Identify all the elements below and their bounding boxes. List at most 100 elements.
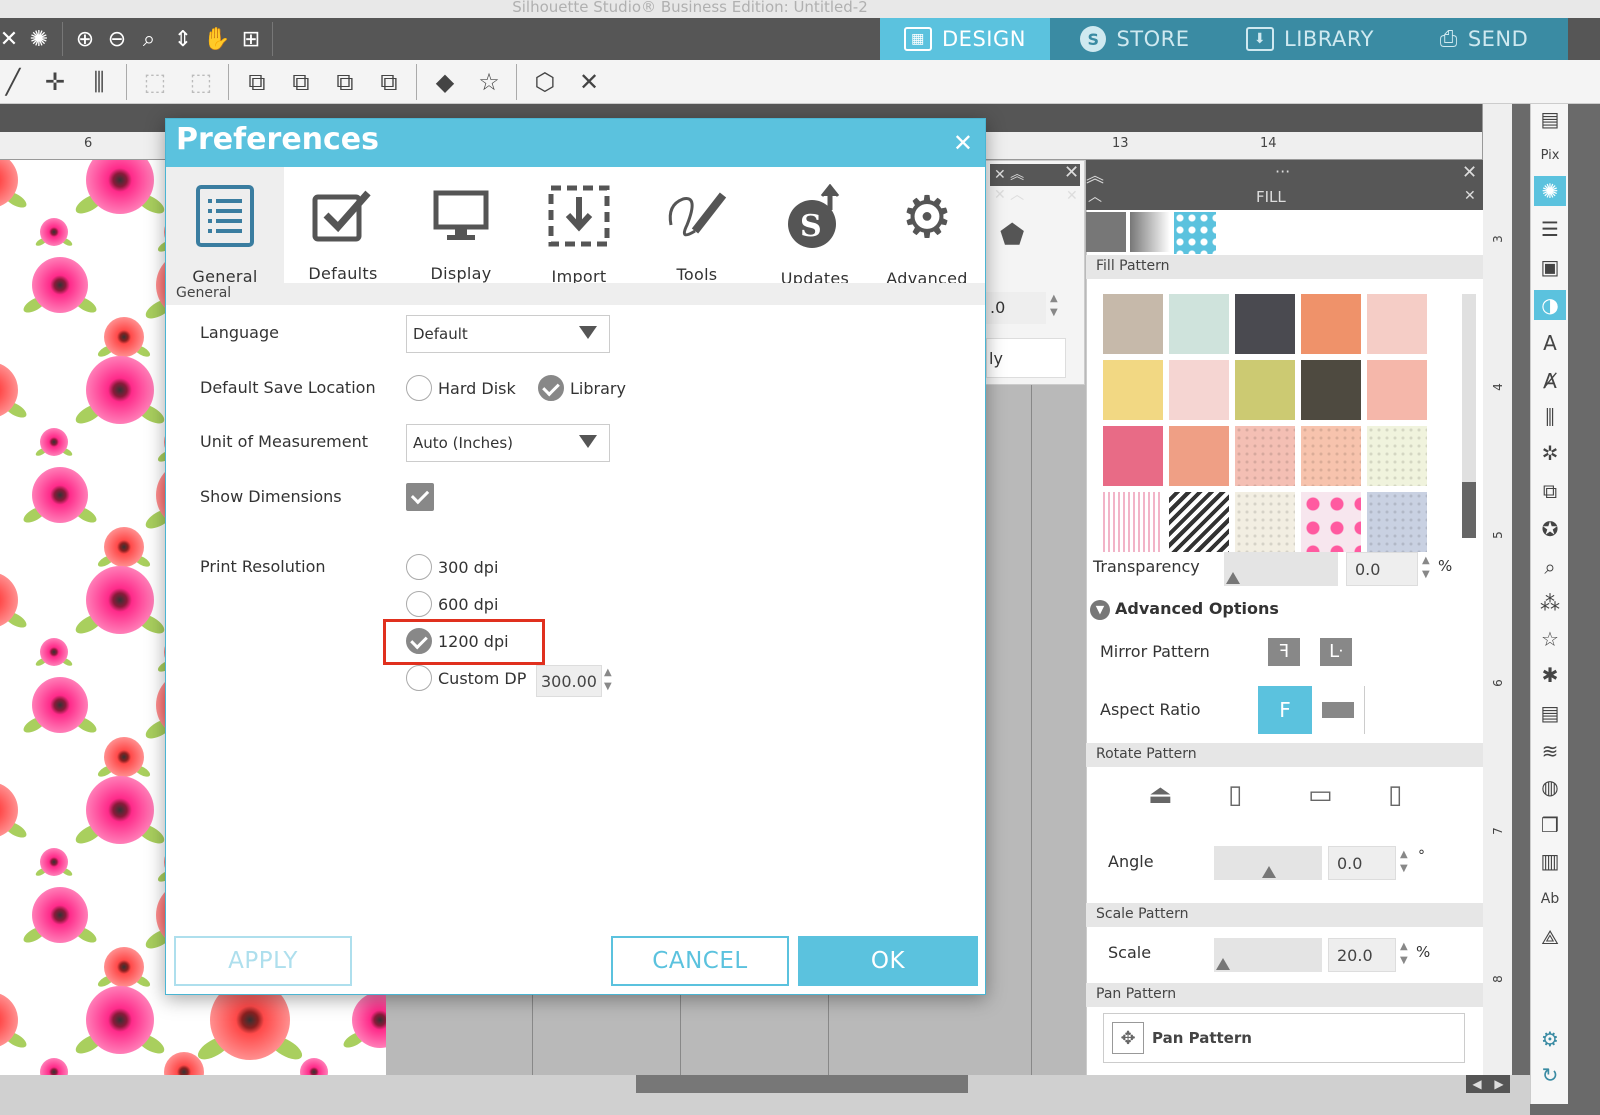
swatch-scroll-thumb[interactable]	[1462, 482, 1476, 538]
angle-slider[interactable]	[1214, 846, 1322, 880]
dpi-600-radio[interactable]	[406, 591, 432, 617]
transparency-field[interactable]: 0.0	[1346, 552, 1418, 586]
fill-pattern-tab[interactable]	[1174, 212, 1216, 254]
tab-send[interactable]: ⎙ SEND	[1400, 18, 1568, 60]
dpi-300-label[interactable]: 300 dpi	[438, 558, 498, 577]
custom-dpi-spinner[interactable]: ▲ ▼	[604, 666, 612, 694]
pixscan-icon[interactable]: Pix	[1534, 140, 1566, 170]
replicate-icon[interactable]: ⧉	[1534, 476, 1566, 506]
transparency-icon[interactable]: ◑	[1534, 290, 1566, 320]
scrollbar-thumb[interactable]	[636, 1075, 968, 1093]
library-radio[interactable]	[538, 375, 564, 401]
library-panel-icon[interactable]: ▤	[1534, 698, 1566, 728]
line-tool-icon[interactable]: ╱	[0, 64, 26, 100]
page-setup-icon[interactable]: ▤	[1534, 104, 1566, 134]
zoom-select-icon[interactable]: ⌕	[134, 22, 164, 56]
slider-handle[interactable]	[1226, 572, 1240, 584]
rotate-270-icon[interactable]: ▯	[1388, 780, 1402, 810]
tab-design[interactable]: ▦ DESIGN	[880, 18, 1050, 60]
ungroup-icon[interactable]: ⬚	[184, 64, 218, 100]
pattern-swatch[interactable]	[1235, 492, 1295, 552]
pattern-swatch[interactable]	[1103, 294, 1163, 354]
move-tool-icon[interactable]: ✛	[40, 64, 70, 100]
star-panel-icon[interactable]: ✪	[1534, 514, 1566, 544]
pattern-swatch[interactable]	[1169, 426, 1229, 486]
pattern-swatch[interactable]	[1103, 426, 1163, 486]
dialog-close-icon[interactable]: ✕	[953, 129, 973, 157]
shape-value-field[interactable]: .0	[986, 292, 1046, 324]
pattern-swatch[interactable]	[1301, 426, 1361, 486]
pattern-swatch[interactable]	[1301, 492, 1361, 552]
slider-handle[interactable]	[1216, 958, 1230, 970]
refresh-icon[interactable]: ↻	[1534, 1060, 1566, 1090]
tab-import[interactable]: Import	[520, 167, 638, 286]
advanced-options-label[interactable]: Advanced Options	[1115, 599, 1279, 618]
globe-icon[interactable]: ◍	[1534, 772, 1566, 802]
dpi-600-label[interactable]: 600 dpi	[438, 595, 498, 614]
language-dropdown[interactable]: Default	[406, 315, 610, 353]
shape-star-icon[interactable]: ☆	[1534, 624, 1566, 654]
pattern-swatch[interactable]	[1367, 492, 1427, 552]
pan-pattern-button[interactable]: ✥ Pan Pattern	[1103, 1013, 1465, 1063]
3d-box-icon[interactable]: ⬡	[526, 64, 564, 100]
tab-advanced[interactable]: ⚙ Advanced	[868, 167, 986, 288]
tab-display[interactable]: Display	[402, 167, 520, 283]
hard-disk-radio[interactable]	[406, 375, 432, 401]
settings-icon[interactable]: ⚙	[1534, 1024, 1566, 1054]
scroll-left-icon[interactable]: ◀	[1472, 1077, 1481, 1091]
bring-front-icon[interactable]: ⧉	[240, 64, 274, 100]
pattern-swatch[interactable]	[1169, 360, 1229, 420]
hand-pan-icon[interactable]: ✋	[202, 22, 232, 56]
collapse-icon[interactable]: ︿	[1088, 186, 1102, 206]
dpi-300-radio[interactable]	[406, 554, 432, 580]
pattern-swatch[interactable]	[1169, 492, 1229, 552]
custom-dpi-radio[interactable]	[406, 665, 432, 691]
apply-button[interactable]: APPLY	[174, 936, 352, 986]
pattern-swatch[interactable]	[1103, 360, 1163, 420]
align-panel-icon[interactable]: ⫼	[1534, 402, 1566, 432]
custom-dpi-field[interactable]: 300.00	[536, 665, 602, 697]
delete-x-icon[interactable]: ✕	[572, 64, 606, 100]
group-icon[interactable]: ⬚	[138, 64, 172, 100]
library-label[interactable]: Library	[570, 379, 626, 398]
show-dimensions-checkbox[interactable]	[406, 483, 434, 511]
panel-grip-icon[interactable]: ···	[1275, 162, 1290, 181]
custom-dpi-label[interactable]: Custom DP	[438, 669, 526, 688]
pattern-swatch[interactable]	[1301, 360, 1361, 420]
transparency-slider[interactable]	[1224, 552, 1338, 586]
fit-page-icon[interactable]: ⊞	[236, 22, 266, 56]
ok-button[interactable]: OK	[798, 936, 978, 986]
scale-field[interactable]: 20.0	[1328, 938, 1396, 972]
aspect-lock-icon[interactable]: F	[1258, 686, 1312, 734]
collapse-up-icon[interactable]: ︽	[1086, 162, 1104, 188]
pattern-swatch[interactable]	[1367, 360, 1427, 420]
trace-icon[interactable]: ⌕	[1534, 552, 1566, 582]
tab-defaults[interactable]: Defaults	[284, 167, 402, 283]
pattern-swatch[interactable]	[1169, 294, 1229, 354]
mirror-vertical-icon[interactable]: ᒷ	[1320, 638, 1352, 666]
fill-palette-icon[interactable]: ✺	[1534, 176, 1566, 206]
pattern-swatch[interactable]	[1235, 294, 1295, 354]
puzzle-icon[interactable]: ✱	[1534, 660, 1566, 690]
star-icon[interactable]: ☆	[472, 64, 506, 100]
bring-forward-icon[interactable]: ⧉	[284, 64, 318, 100]
book-icon[interactable]: ❒	[1534, 810, 1566, 840]
zoom-in-icon[interactable]: ⊕	[70, 22, 100, 56]
line-style-icon[interactable]: ☰	[1534, 214, 1566, 244]
mirror-horizontal-icon[interactable]: ꟻ	[1268, 638, 1300, 666]
angle-field[interactable]: 0.0	[1328, 846, 1396, 880]
aspect-stretch-icon[interactable]	[1322, 702, 1354, 718]
close-doc-icon[interactable]: ✕	[0, 22, 18, 56]
map-icon[interactable]: ▥	[1534, 846, 1566, 876]
pattern-swatch[interactable]	[1235, 426, 1295, 486]
rotate-180-icon[interactable]: ▭	[1308, 780, 1333, 810]
rotate-90-icon[interactable]: ▯	[1228, 780, 1242, 810]
font-icon[interactable]: Ab	[1534, 884, 1566, 914]
tab-library[interactable]: ⬇ LIBRARY	[1220, 18, 1400, 60]
text-path-icon[interactable]: Ⱥ	[1534, 366, 1566, 396]
pentagon-icon[interactable]: ⬟	[1000, 218, 1024, 251]
scroll-arrows[interactable]: ◀ ▶	[1466, 1075, 1510, 1093]
panel-close-small-icon[interactable]: ✕	[1066, 188, 1078, 204]
triangle-icon[interactable]: ⟁	[1534, 922, 1566, 952]
pattern-swatch[interactable]	[1103, 492, 1163, 552]
